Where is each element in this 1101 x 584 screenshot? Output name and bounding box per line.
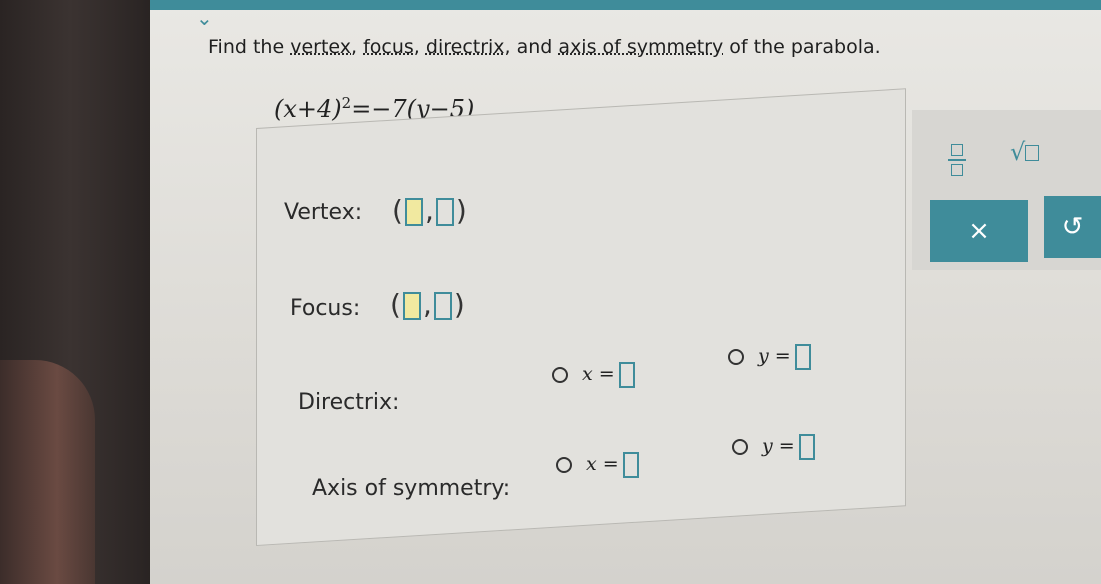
top-accent-bar bbox=[150, 0, 1101, 10]
focus-y-box[interactable] bbox=[433, 292, 452, 320]
equation-left: (x+4) bbox=[274, 95, 342, 123]
axis-of-symmetry-link[interactable]: axis of symmetry bbox=[558, 36, 723, 58]
focus-link[interactable]: focus bbox=[363, 36, 414, 58]
focus-x-box[interactable] bbox=[402, 292, 421, 320]
chevron-down-icon[interactable]: ⌄ bbox=[196, 8, 216, 28]
fraction-icon[interactable] bbox=[944, 144, 970, 184]
vertex-y-box[interactable] bbox=[435, 198, 454, 226]
x-equals-label: x = bbox=[586, 453, 619, 475]
question-sep: , and bbox=[504, 36, 559, 58]
x-equals-label: x = bbox=[582, 363, 615, 385]
question-prefix: Find the bbox=[208, 36, 291, 58]
undo-button[interactable]: ↺ bbox=[1044, 196, 1101, 258]
y-equals-label: y = bbox=[762, 435, 795, 457]
equation-exponent: 2 bbox=[341, 94, 352, 112]
square-root-icon[interactable]: √ bbox=[1010, 138, 1040, 166]
vertex-input[interactable]: (,) bbox=[392, 194, 467, 227]
device-bezel-edge bbox=[0, 360, 95, 584]
vertex-x-box[interactable] bbox=[404, 198, 423, 226]
radio-button[interactable] bbox=[552, 367, 568, 383]
vertex-label: Vertex: bbox=[284, 200, 363, 225]
directrix-link[interactable]: directrix bbox=[426, 36, 505, 58]
y-equals-label: y = bbox=[758, 345, 791, 367]
axis-of-symmetry-label: Axis of symmetry: bbox=[312, 476, 511, 501]
focus-label: Focus: bbox=[290, 296, 361, 321]
directrix-x-box[interactable] bbox=[618, 362, 635, 388]
clear-button[interactable]: × bbox=[930, 200, 1028, 262]
axis-y-option[interactable]: y = bbox=[732, 434, 815, 460]
directrix-label: Directrix: bbox=[298, 390, 400, 415]
radio-button[interactable] bbox=[556, 457, 572, 473]
radio-button[interactable] bbox=[728, 349, 744, 365]
question-text: Find the vertex, focus, directrix, and a… bbox=[208, 36, 881, 58]
directrix-x-option[interactable]: x = bbox=[552, 362, 635, 388]
axis-x-option[interactable]: x = bbox=[556, 452, 639, 478]
question-suffix: of the parabola. bbox=[723, 36, 881, 58]
radio-button[interactable] bbox=[732, 439, 748, 455]
directrix-y-option[interactable]: y = bbox=[728, 344, 811, 370]
focus-input[interactable]: (,) bbox=[390, 288, 465, 321]
directrix-y-box[interactable] bbox=[794, 344, 811, 370]
question-sep: , bbox=[351, 36, 364, 58]
axis-x-box[interactable] bbox=[622, 452, 639, 478]
question-sep: , bbox=[413, 36, 426, 58]
vertex-link[interactable]: vertex bbox=[290, 36, 351, 58]
axis-y-box[interactable] bbox=[798, 434, 815, 460]
